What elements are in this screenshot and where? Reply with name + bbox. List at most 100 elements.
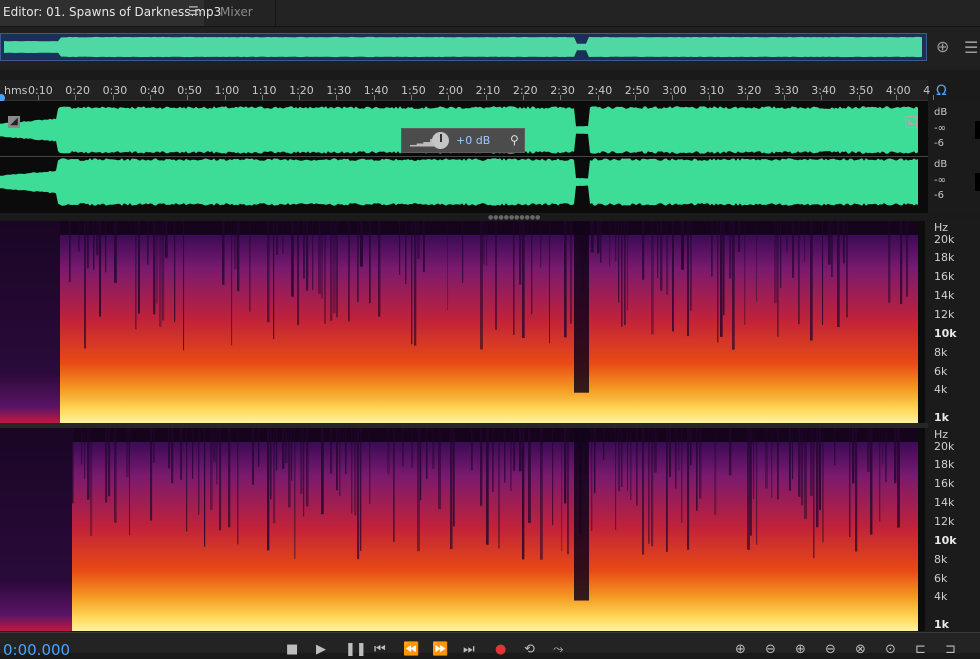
spectrogram-streak <box>282 221 284 254</box>
spectrogram-streak <box>303 428 305 517</box>
spectrogram-streak <box>666 428 668 552</box>
spectrogram-streak <box>636 428 638 506</box>
spectrogram-streak <box>657 221 659 278</box>
spectrogram-streak <box>417 221 420 260</box>
menu-icon[interactable]: ☰ <box>964 38 978 57</box>
zoom-right-icon[interactable]: ⊐ <box>945 642 956 657</box>
db-unit-top: dB <box>934 107 948 118</box>
spectrogram-streak <box>96 221 99 256</box>
spectrogram-streak <box>885 428 887 483</box>
spectrogram-streak <box>357 221 359 303</box>
skip-to-start-icon[interactable]: ⏮ <box>374 642 386 657</box>
grip-icon[interactable]: ●●●●●●●●●● <box>488 214 540 221</box>
zoom-selection-icon[interactable]: ⊙ <box>885 642 896 657</box>
ruler-tick-mark <box>634 95 636 100</box>
skip-selection-icon[interactable]: ⤳ <box>553 642 563 657</box>
ruler-tick-label: 2:40 <box>587 84 613 97</box>
hz-tick-label: 1k <box>934 411 949 424</box>
spectrogram-streak <box>462 221 464 283</box>
spectrogram-body <box>60 235 918 423</box>
ruler-tick-label: 1:10 <box>251 84 277 97</box>
spectrogram-streak <box>804 428 807 519</box>
spectrogram-streak <box>114 428 117 523</box>
zoom-in-amplitude-icon[interactable]: ⊕ <box>735 642 746 657</box>
spectrogram-streak <box>651 221 654 335</box>
view-splitter[interactable] <box>0 213 928 219</box>
spectrogram-streak <box>723 221 725 316</box>
rewind-icon[interactable]: ⏪ <box>403 642 419 657</box>
pin-icon[interactable]: ⚲ <box>510 133 519 147</box>
spectrogram-streak <box>690 428 692 466</box>
tab-mixer[interactable]: Mixer <box>205 0 276 26</box>
db-minus6-bottom: -6 <box>934 190 944 201</box>
channel-enable-left[interactable] <box>975 121 980 139</box>
loop-icon[interactable]: ⟲ <box>524 642 535 657</box>
spectrogram-streak <box>300 428 303 494</box>
waveform-shape <box>0 158 918 206</box>
fade-in-handle-icon[interactable]: ◢ <box>8 116 20 128</box>
spectrogram-streak <box>897 428 900 528</box>
spectrogram-streak <box>621 428 623 487</box>
zoom-out-amplitude-icon[interactable]: ⊖ <box>765 642 776 657</box>
spectrogram-streak <box>681 428 683 523</box>
hz-tick-label: 4k <box>934 590 948 603</box>
spectrogram-streak <box>531 221 533 315</box>
spectrogram-streak <box>336 428 338 491</box>
zoom-out-full-icon[interactable]: ⊗ <box>855 642 866 657</box>
headphones-icon[interactable]: Ω <box>936 83 947 99</box>
ruler-tick-mark <box>75 95 77 100</box>
spectrogram-streak <box>789 428 791 491</box>
ruler-tick-mark <box>597 95 599 100</box>
db-unit-bottom: dB <box>934 159 948 170</box>
hamburger-icon[interactable]: ☰ <box>188 4 199 18</box>
ruler-tick-label: 2:00 <box>438 84 463 97</box>
hz-tick-label: 14k <box>934 289 955 302</box>
time-ruler[interactable]: hms 0:10 0:20 0:30 0:40 0:50 1:00 1:10 1:20 1:30… <box>0 80 935 101</box>
spectrogram-streak <box>669 428 672 478</box>
spectrogram-streak <box>777 221 779 337</box>
spectrogram-streak <box>591 221 594 253</box>
tab-editor[interactable]: Editor: 01. Spawns of Darkness.mp3 ☰ <box>0 0 221 26</box>
spectrogram-streak <box>159 221 162 327</box>
volume-knob-icon[interactable] <box>432 132 449 149</box>
spectrogram-right <box>0 428 925 631</box>
play-icon[interactable]: ▶ <box>316 642 326 657</box>
ruler-tick-mark <box>38 95 39 100</box>
spectrogram-streak <box>564 428 567 504</box>
spectrogram-gap <box>574 428 589 601</box>
spectrogram-streak <box>567 428 569 555</box>
spectrogram-streak <box>273 428 276 524</box>
spectrogram-streak <box>621 221 623 327</box>
spectrogram-streak <box>777 428 779 500</box>
spectrogram-streak <box>312 221 314 290</box>
zoom-in-time-icon[interactable]: ⊕ <box>795 642 806 657</box>
record-icon[interactable]: ● <box>495 642 506 657</box>
ruler-tick-label: 1:50 <box>401 84 426 97</box>
zoom-left-icon[interactable]: ⊏ <box>915 642 926 657</box>
spectrogram-streak <box>93 221 95 270</box>
skip-to-end-icon[interactable]: ⏭ <box>463 642 475 657</box>
ruler-tick-mark <box>299 95 301 100</box>
spectral-view-left[interactable] <box>0 221 925 423</box>
channel-divider <box>0 156 928 157</box>
ruler-tick-label: 3:30 <box>774 84 799 97</box>
stop-icon[interactable]: ■ <box>286 642 298 657</box>
zoom-icon[interactable]: ⊕ <box>936 37 949 56</box>
channel-enable-right[interactable] <box>975 173 980 191</box>
spectrogram-streak <box>168 428 170 469</box>
spectrogram-streak <box>267 428 270 551</box>
ruler-tick-label: 4:00 <box>885 84 911 97</box>
ruler-tick-mark <box>560 95 562 100</box>
spectrogram-streak <box>216 428 218 485</box>
fast-forward-icon[interactable]: ⏩ <box>432 642 448 657</box>
volume-hud[interactable]: ▁▂▃▅▇ +0 dB ⚲ <box>401 128 525 153</box>
spectrogram-streak <box>105 221 107 273</box>
spectrogram-streak <box>756 221 758 302</box>
pause-icon[interactable]: ❚❚ <box>345 642 367 657</box>
fade-out-handle-icon[interactable]: ◣ <box>905 116 917 128</box>
spectrogram-streak <box>213 428 216 462</box>
zoom-out-time-icon[interactable]: ⊖ <box>825 642 836 657</box>
spectrogram-streak <box>822 428 824 543</box>
spectrogram-streak <box>321 221 323 299</box>
spectral-view-right[interactable] <box>0 428 925 631</box>
